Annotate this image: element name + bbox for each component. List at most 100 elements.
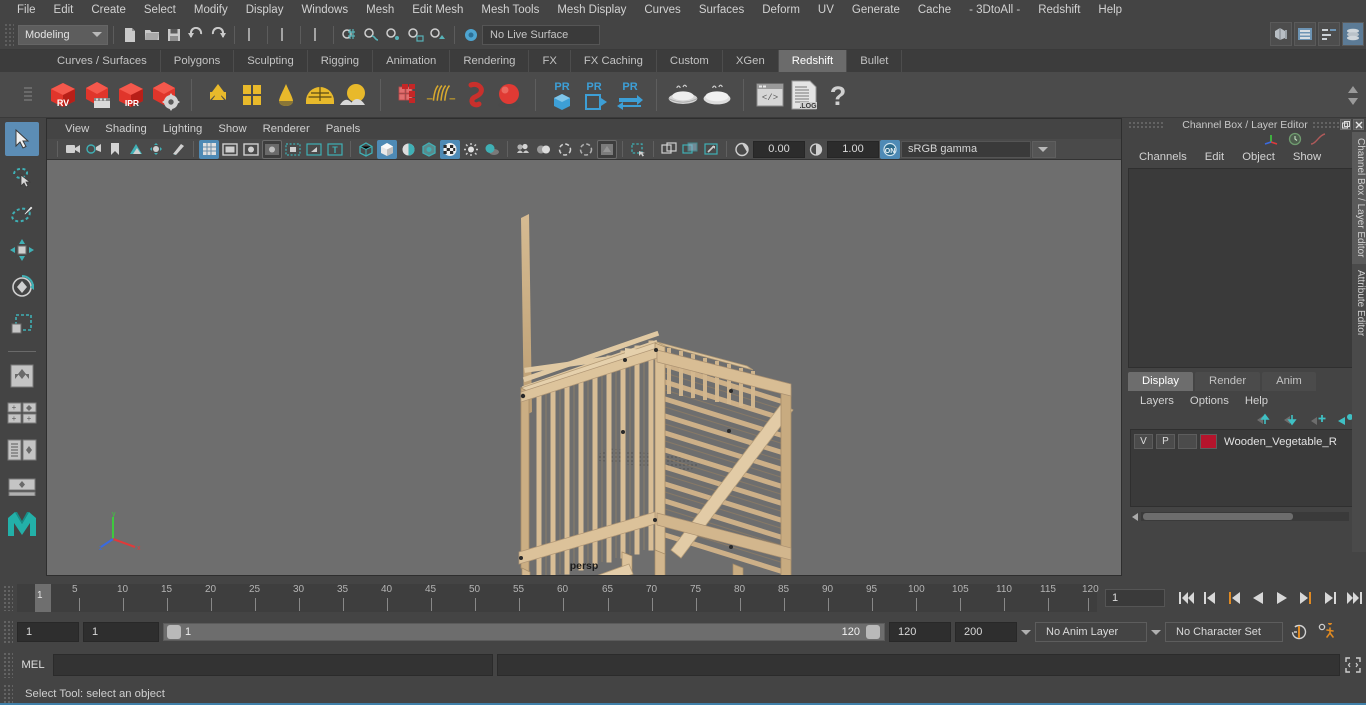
make-live-icon[interactable] (460, 24, 482, 46)
shelf-button-redshift-volume[interactable] (458, 76, 492, 114)
xray-active-components-icon[interactable] (659, 140, 679, 159)
shelf-button-redshift-bake-set[interactable] (666, 76, 700, 114)
range-start-field[interactable]: 1 (83, 622, 159, 642)
xray-joints-icon[interactable] (628, 140, 648, 159)
command-line-grip[interactable] (3, 652, 13, 678)
animation-end-field[interactable]: 200 (955, 622, 1017, 642)
display-layer-icon[interactable] (701, 140, 721, 159)
attribute-editor-icon[interactable] (1294, 22, 1316, 46)
snap-to-curve-icon[interactable] (361, 24, 383, 46)
shelf-tab-curves-surfaces[interactable]: Curves / Surfaces (44, 50, 161, 72)
shelf-tab-sculpting[interactable]: Sculpting (234, 50, 308, 72)
time-slider-track[interactable]: 1 5 10 15 20 25 30 35 40 45 50 55 60 65 … (17, 584, 1099, 612)
panel-grip[interactable] (1128, 121, 1164, 129)
shelf-button-redshift-ies-light[interactable] (269, 76, 303, 114)
shelf-button-redshift-render-view[interactable]: RV (46, 76, 80, 114)
command-input[interactable] (53, 654, 493, 676)
layer-menu-layers[interactable]: Layers (1132, 395, 1182, 407)
shelf-button-redshift-help[interactable]: ? (821, 76, 855, 114)
channel-box-menu-object[interactable]: Object (1233, 151, 1284, 163)
open-scene-icon[interactable] (141, 24, 163, 46)
script-editor-icon[interactable] (1343, 655, 1363, 675)
scale-tool[interactable] (5, 307, 39, 341)
curve-icon[interactable] (1310, 132, 1326, 146)
time-slider-grip[interactable] (3, 585, 13, 611)
two-d-pan-zoom-icon[interactable] (147, 140, 167, 159)
layer-tab-anim[interactable]: Anim (1262, 372, 1316, 391)
current-frame-field[interactable]: 1 (1105, 589, 1165, 607)
menu-help[interactable]: Help (1089, 0, 1131, 20)
vtab-channel-box-layer-editor[interactable]: Channel Box / Layer Editor (1352, 132, 1366, 264)
go-to-end-icon[interactable] (1345, 589, 1363, 607)
range-slider-grip[interactable] (3, 620, 13, 644)
persp-outliner-layout[interactable]: + + + (5, 396, 39, 430)
viewport-menu-show[interactable]: Show (210, 123, 254, 135)
shelf-button-redshift-proxy[interactable] (390, 76, 424, 114)
close-icon[interactable] (1353, 119, 1364, 130)
layer-visibility-toggle[interactable]: V (1134, 434, 1153, 449)
image-plane-icon[interactable] (126, 140, 146, 159)
layer-shading-toggle[interactable] (1178, 434, 1197, 449)
move-layer-down-icon[interactable] (1283, 413, 1300, 426)
shelf-button-redshift-render-sequence[interactable] (80, 76, 114, 114)
range-handle-right[interactable] (866, 625, 880, 639)
field-chart-icon[interactable] (283, 140, 303, 159)
status-line-grip[interactable] (4, 22, 14, 47)
shelf-button-redshift-pr-object[interactable]: PR (545, 76, 579, 114)
shadows-icon[interactable] (482, 140, 502, 159)
shelf-button-redshift-render-settings[interactable] (148, 76, 182, 114)
redo-icon[interactable] (207, 24, 229, 46)
menu-surfaces[interactable]: Surfaces (690, 0, 753, 20)
time-cursor[interactable]: 1 (35, 584, 51, 612)
layer-tab-display[interactable]: Display (1128, 372, 1194, 391)
shelf-tab-fx-caching[interactable]: FX Caching (571, 50, 657, 72)
rotate-tool[interactable] (5, 270, 39, 304)
color-space-dropdown-button[interactable] (1032, 140, 1056, 158)
motion-blur-icon[interactable] (534, 140, 554, 159)
modeling-toolkit-icon[interactable] (1270, 22, 1292, 46)
shelf-tab-rigging[interactable]: Rigging (308, 50, 374, 72)
channel-box-menu-channels[interactable]: Channels (1130, 151, 1196, 163)
vtab-attribute-editor[interactable]: Attribute Editor (1352, 264, 1366, 342)
menu-mesh-display[interactable]: Mesh Display (548, 0, 635, 20)
perspective-viewport[interactable]: y x z persp (47, 160, 1121, 575)
exposure-icon[interactable] (732, 140, 752, 159)
character-set-chevron-icon[interactable] (1151, 629, 1161, 635)
shelf-tab-redshift[interactable]: Redshift (778, 50, 848, 72)
scroll-track[interactable] (1141, 512, 1349, 521)
shelf-grip[interactable] (22, 72, 34, 117)
animation-preferences-icon[interactable] (1315, 623, 1339, 641)
safe-action-icon[interactable] (304, 140, 324, 159)
camera-attributes-icon[interactable] (84, 140, 104, 159)
menu-generate[interactable]: Generate (843, 0, 909, 20)
gate-mask-icon[interactable] (262, 139, 282, 159)
viewport-menu-shading[interactable]: Shading (97, 123, 154, 135)
persp-graph-layout[interactable] (5, 433, 39, 467)
menu-mesh[interactable]: Mesh (357, 0, 403, 20)
menu-curves[interactable]: Curves (635, 0, 689, 20)
select-camera-icon[interactable] (63, 140, 83, 159)
multisample-icon[interactable] (555, 140, 575, 159)
channel-box-content[interactable] (1128, 168, 1362, 368)
grid-toggle-icon[interactable] (199, 139, 219, 159)
shelf-button-redshift-hair[interactable] (424, 76, 458, 114)
step-forward-keyframe-icon[interactable] (1321, 589, 1339, 607)
menu-create[interactable]: Create (82, 0, 135, 20)
smooth-shade-icon[interactable] (377, 139, 397, 159)
menu-uv[interactable]: UV (809, 0, 843, 20)
tool-settings-icon[interactable] (1318, 22, 1340, 46)
play-forwards-icon[interactable] (1273, 589, 1291, 607)
range-handle-left[interactable] (167, 625, 181, 639)
snap-to-projected-center-icon[interactable] (405, 24, 427, 46)
shelf-button-redshift-material[interactable] (201, 76, 235, 114)
menu-file[interactable]: File (8, 0, 45, 20)
shelf-button-redshift-bake-render[interactable] (700, 76, 734, 114)
shelf-button-redshift-pr-export[interactable]: PR (579, 76, 613, 114)
menu-select[interactable]: Select (135, 0, 185, 20)
menu-edit[interactable]: Edit (45, 0, 83, 20)
character-set-dropdown[interactable]: No Character Set (1165, 622, 1283, 642)
viewport-menu-view[interactable]: View (57, 123, 97, 135)
bookmark-icon[interactable] (105, 140, 125, 159)
move-tool[interactable] (5, 233, 39, 267)
shelf-button-redshift-script-editor[interactable]: </> (753, 76, 787, 114)
